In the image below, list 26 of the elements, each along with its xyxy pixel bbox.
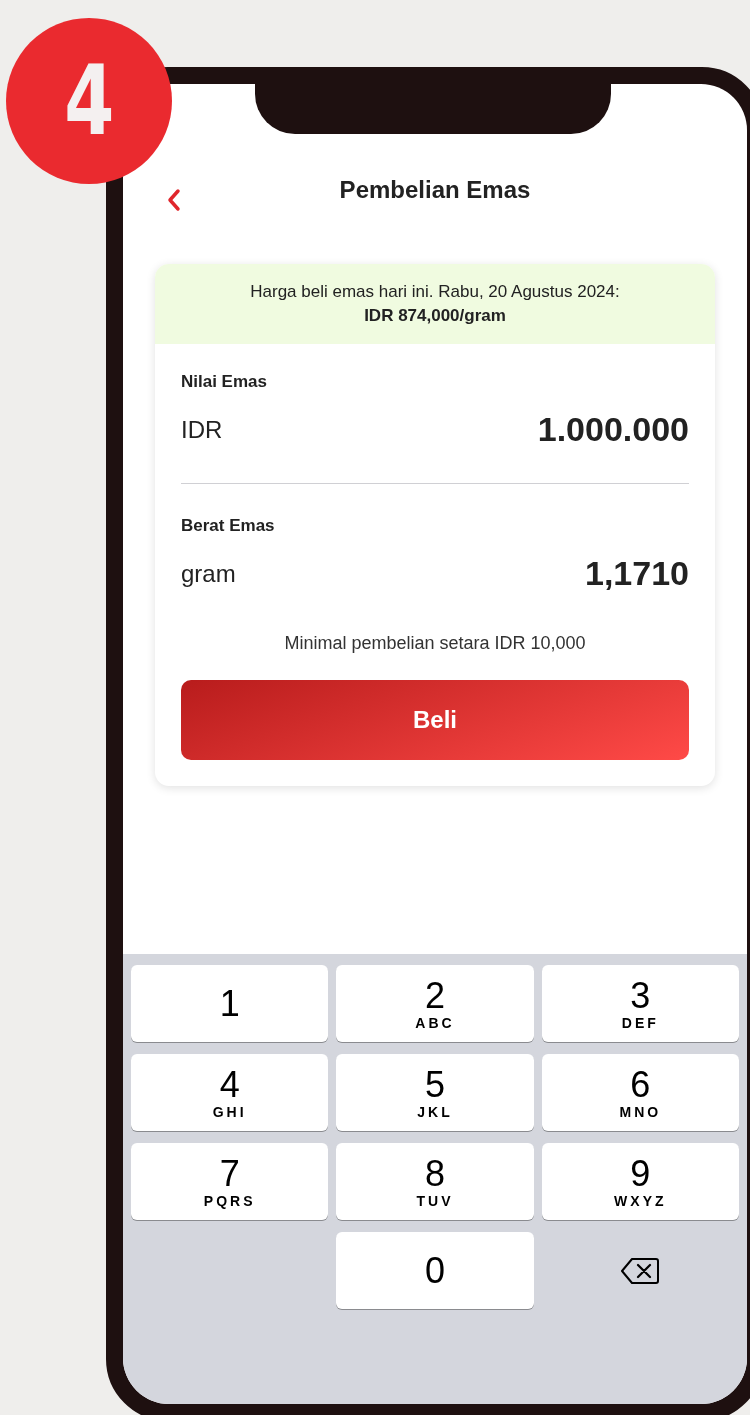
unit-text: IDR: [181, 415, 223, 444]
keypad-key[interactable]: 9 WXYZ: [541, 1143, 739, 1220]
amount-value: 1,1710: [585, 554, 689, 593]
keypad-key[interactable]: 5 JKL: [336, 1054, 534, 1131]
keypad-key[interactable]: 8 TUV: [336, 1143, 534, 1220]
keypad-key[interactable]: 2 ABC: [336, 965, 534, 1042]
back-icon[interactable]: [167, 188, 181, 212]
price-date-text: Harga beli emas hari ini. Rabu, 20 Agustus 2024:: [250, 282, 620, 302]
keypad-key[interactable]: 0: [336, 1232, 534, 1309]
keypad-key[interactable]: 3 DEF: [541, 965, 739, 1042]
keypad-key[interactable]: 7 PQRS: [131, 1143, 329, 1220]
buy-button[interactable]: Beli: [181, 680, 689, 760]
field-label: Berat Emas: [181, 516, 276, 536]
keypad-key[interactable]: 1: [131, 965, 329, 1042]
keypad-key[interactable]: 4 GHI: [131, 1054, 329, 1131]
amount-field[interactable]: gram 1,1710: [181, 554, 689, 593]
price-text: IDR 874,000/gram: [364, 306, 506, 326]
page-title: Pembelian Emas: [339, 176, 531, 204]
unit-text: gram: [181, 559, 236, 588]
keypad-key[interactable]: 6 MNO: [541, 1054, 739, 1131]
amount-value: 1.000.000: [537, 410, 689, 449]
backspace-icon: [620, 1256, 661, 1285]
minimum-note: Minimal pembelian setara IDR 10,000: [283, 633, 587, 654]
step-badge: 4: [6, 18, 172, 184]
amount-field[interactable]: IDR 1.000.000: [181, 410, 689, 449]
field-label: Nilai Emas: [181, 372, 268, 392]
